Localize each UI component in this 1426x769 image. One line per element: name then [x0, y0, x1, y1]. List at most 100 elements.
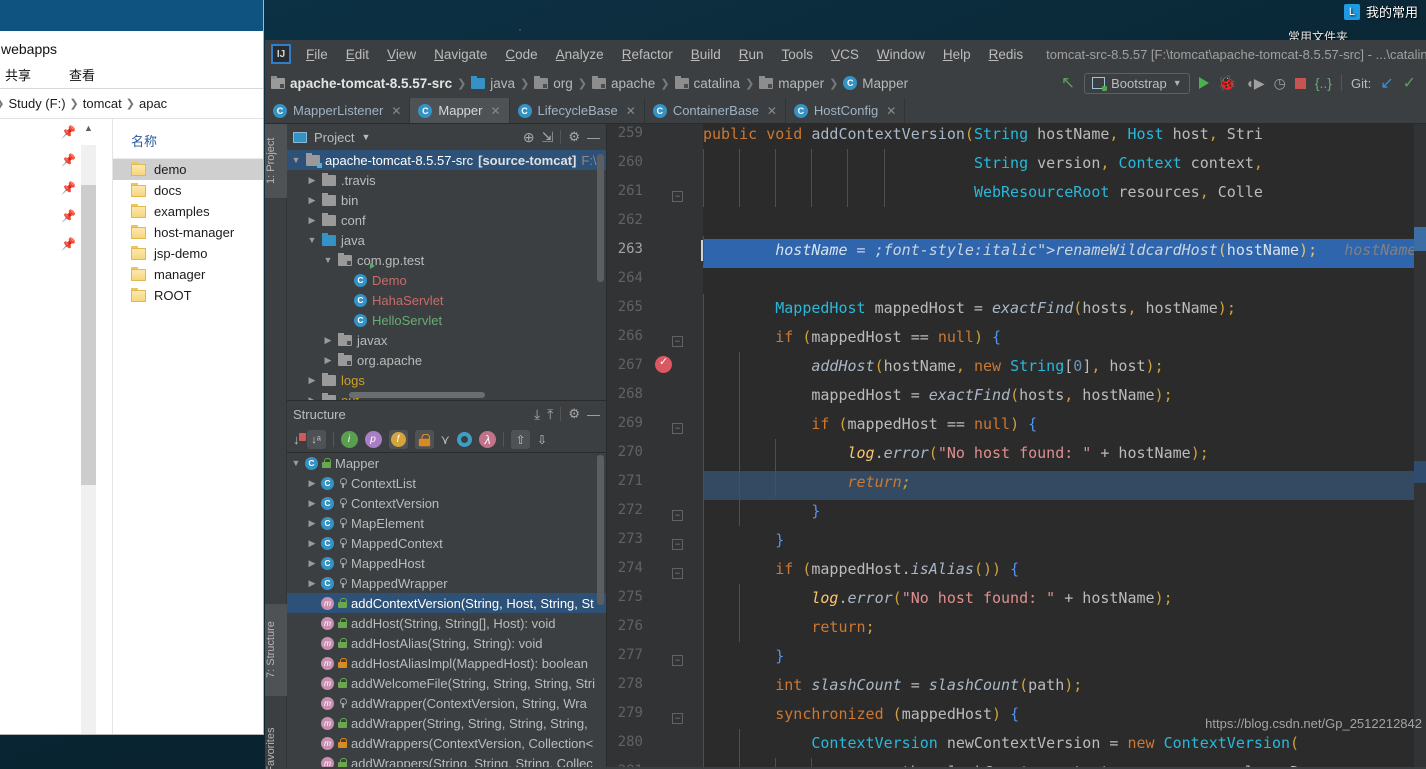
debug-icon[interactable]: 🐞 [1218, 74, 1237, 92]
update-project-icon[interactable]: ↙ [1380, 73, 1393, 93]
navigation-bar[interactable]: apache-tomcat-8.5.57-src ❯ java ❯ org ❯ apache… [265, 68, 1426, 98]
list-item[interactable]: ROOT [113, 285, 263, 306]
list-item[interactable]: jsp-demo [113, 243, 263, 264]
structure-item[interactable]: m addHostAlias(String, String): void [287, 633, 606, 653]
code-line[interactable]: log.error("No host found: " + hostName); [703, 584, 1172, 613]
locate-icon[interactable]: ⊕ [523, 129, 535, 146]
expand-arrow-icon[interactable]: ▶ [307, 215, 317, 226]
show-anonymous-icon[interactable]: ⋎ [441, 432, 451, 448]
editor-gutter[interactable]: 259 260 261 − 262 263 264 265 266 − 267 268 269 − 270 2… [607, 124, 703, 767]
code-line[interactable]: if (mappedHost == null) { [703, 410, 1037, 439]
sort-alphabetically-icon[interactable]: ↓ᵃ [306, 430, 326, 449]
close-icon[interactable]: ✕ [490, 104, 500, 118]
tree-item-bin[interactable]: ▶ bin [287, 190, 606, 210]
tree-item-com-gp-test[interactable]: ▼ com.gp.test [287, 250, 606, 270]
menu-item-build[interactable]: Build [682, 44, 730, 65]
show-lambdas-icon[interactable]: λ [479, 431, 497, 448]
structure-item[interactable]: ▼ C Mapper [287, 453, 606, 473]
sidebar-item-structure[interactable]: 7: Structure [265, 604, 287, 696]
project-tree[interactable]: ▼ apache-tomcat-8.5.57-src [source-tomcat]… [287, 150, 606, 400]
explorer-nav-scrollbar[interactable]: ▲ ▼ [81, 123, 96, 734]
expand-all-icon[interactable]: ⇧ [511, 430, 531, 449]
code-line[interactable]: mappedHost = exactFind(hosts, hostName); [703, 381, 1172, 410]
code-line[interactable]: public void addContextVersion(String hos… [703, 124, 1263, 149]
ribbon-tab-share[interactable]: 共享 [5, 65, 31, 84]
expand-arrow-icon[interactable]: ▼ [291, 458, 301, 468]
breadcrumb-item-org[interactable]: org [534, 75, 573, 91]
breadcrumb-item-catalina[interactable]: catalina [674, 75, 740, 91]
expand-arrow-icon[interactable]: ▶ [307, 578, 317, 589]
tab-mapper[interactable]: C Mapper ✕ [410, 98, 510, 123]
menu-item-edit[interactable]: Edit [337, 44, 378, 65]
tree-item-hahaservlet[interactable]: C HahaServlet [287, 290, 606, 310]
menu-bar[interactable]: IJ File Edit View Navigate Code Analyze Refact… [265, 40, 1426, 68]
code-line[interactable]: } [703, 526, 784, 555]
breadcrumb-item-mapper[interactable]: C Mapper [843, 76, 908, 91]
close-icon[interactable]: ✕ [886, 104, 896, 118]
code-line[interactable]: addHost(hostName, new String[0], host); [703, 352, 1163, 381]
fold-marker-icon[interactable]: − [672, 510, 683, 521]
menu-item-analyze[interactable]: Analyze [547, 44, 613, 65]
gear-icon[interactable]: ⚙ [568, 129, 580, 145]
show-constants-icon[interactable] [457, 432, 473, 447]
close-icon[interactable]: ✕ [626, 104, 636, 118]
breadcrumb-apache[interactable]: apac [139, 96, 167, 111]
hide-icon[interactable]: — [587, 407, 600, 422]
expand-arrow-icon[interactable]: ▶ [307, 175, 317, 186]
expand-arrow-icon[interactable]: ▶ [307, 375, 317, 386]
sort-by-visibility-icon[interactable]: ↓ [293, 432, 306, 447]
menu-item-file[interactable]: File [297, 44, 337, 65]
show-non-public-icon[interactable] [418, 433, 430, 446]
tree-item-apache-tomcat-8-5-57-src[interactable]: ▼ apache-tomcat-8.5.57-src [source-tomcat]… [287, 150, 606, 170]
structure-item[interactable]: m addWrapper(String, String, String, Stri… [287, 713, 606, 733]
tree-item-helloservlet[interactable]: C HelloServlet [287, 310, 606, 330]
code-editor[interactable]: 259 260 261 − 262 263 264 265 266 − 267 268 269 − 270 2… [607, 124, 1426, 767]
project-tree-scrollbar[interactable] [597, 154, 604, 282]
code-line[interactable]: } [703, 497, 820, 526]
run-configuration-selector[interactable]: Bootstrap ▼ [1084, 72, 1190, 94]
structure-item[interactable]: ▶ C ContextList [287, 473, 606, 493]
code-line[interactable]: log.error("No host found: " + hostName); [703, 439, 1209, 468]
pin-icon[interactable]: 📌 [61, 125, 76, 139]
menu-item-code[interactable]: Code [496, 44, 546, 65]
tab-hostconfig[interactable]: C HostConfig ✕ [786, 98, 906, 123]
collapse-all-icon[interactable]: ⇩ [537, 433, 547, 447]
explorer-nav-pane[interactable]: 📌 📌 📌 📌 📌 iskDownloa t C:) (E:) ▲ ▼ [0, 119, 113, 734]
list-item[interactable]: examples [113, 201, 263, 222]
list-item[interactable]: demo [113, 159, 263, 180]
code-line[interactable]: int slashCount = slashCount(path); [703, 671, 1082, 700]
scroll-up-icon[interactable]: ▲ [81, 123, 96, 139]
expand-arrow-icon[interactable]: ▼ [291, 155, 301, 165]
scrollbar-thumb[interactable] [81, 185, 96, 485]
breadcrumb-item-mapper[interactable]: mapper [759, 75, 824, 91]
code-line[interactable]: if (mappedHost == null) { [703, 323, 1001, 352]
list-item[interactable]: docs [113, 180, 263, 201]
pin-icon[interactable]: 📌 [61, 153, 76, 167]
collapse-all-icon[interactable]: ⇲ [542, 129, 554, 146]
back-arrow-icon[interactable]: ↖ [1061, 73, 1075, 93]
structure-list[interactable]: ▼ C Mapper ▶ C ContextList ▶ C ContextVersion ▶ C M… [287, 453, 606, 767]
menu-item-view[interactable]: View [378, 44, 425, 65]
expand-arrow-icon[interactable]: ▶ [307, 538, 317, 549]
menu-item-refactor[interactable]: Refactor [613, 44, 682, 65]
editor-tabs[interactable]: C MapperListener ✕ C Mapper ✕ C LifecycleBase ✕ C… [265, 98, 1426, 124]
pin-icon[interactable]: 📌 [61, 181, 76, 195]
tree-item--travis[interactable]: ▶ .travis [287, 170, 606, 190]
tree-item-java[interactable]: ▼ java [287, 230, 606, 250]
fold-marker-icon[interactable]: − [672, 336, 683, 347]
expand-arrow-icon[interactable]: ▼ [307, 235, 317, 245]
collapse-all-icon[interactable]: ⤒ [547, 406, 553, 423]
structure-item[interactable]: m addWrappers(ContextVersion, Collection< [287, 733, 606, 753]
sidebar-item-project[interactable]: 1: Project [265, 124, 287, 198]
menu-item-redis[interactable]: Redis [980, 44, 1033, 65]
stop-icon[interactable] [1294, 77, 1306, 89]
fold-marker-icon[interactable]: − [672, 191, 683, 202]
hide-icon[interactable]: — [587, 130, 600, 145]
pin-icon[interactable]: 📌 [61, 237, 76, 251]
code-line[interactable]: path, slashCount, context, resources, we… [703, 758, 1299, 767]
breakpoint-icon[interactable] [655, 355, 672, 373]
gear-icon[interactable]: ⚙ [568, 406, 580, 422]
intellij-logo-icon[interactable]: IJ [271, 44, 291, 64]
list-item[interactable]: host-manager [113, 222, 263, 243]
expand-arrow-icon[interactable]: ▼ [323, 255, 333, 265]
